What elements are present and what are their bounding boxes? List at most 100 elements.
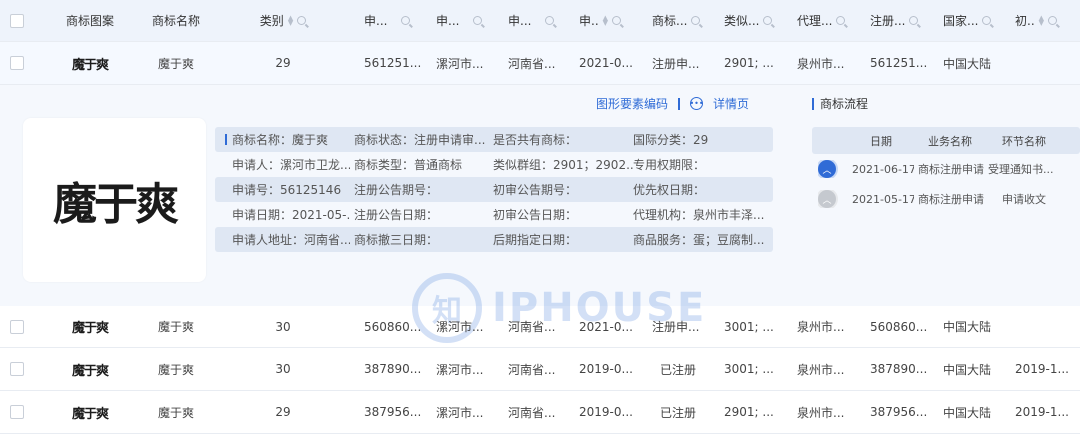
search-icon[interactable]	[982, 16, 992, 25]
flow-step: 受理通知书...	[988, 163, 1054, 176]
row-checkbox[interactable]	[10, 362, 26, 376]
col-header-a-label: 申...	[364, 14, 388, 28]
flow-row: ︿ 2021-06-17 商标注册申请 受理通知书...	[812, 154, 1080, 184]
search-icon[interactable]	[691, 16, 701, 25]
cell-d: 2021-0...	[579, 56, 633, 70]
row-checkbox[interactable]	[10, 56, 26, 70]
info-row: 商标名称：魔于爽 商标状态：注册申请审... 是否共有商标： 国际分类：29	[215, 127, 773, 152]
info-field: 后期指定日期：	[493, 233, 578, 247]
col-header-j[interactable]: 初.. ▲ ▼	[1015, 12, 1075, 29]
cell-i: 中国大陆	[943, 56, 992, 71]
col-header-d[interactable]: 申.. ▲ ▼	[579, 12, 637, 29]
info-field: 专用权期限：	[633, 158, 706, 172]
cell-h: 560860...	[870, 319, 928, 334]
cell-h: 561251...	[870, 56, 928, 70]
info-field: 国际分类：29	[633, 133, 709, 147]
search-icon[interactable]	[1048, 16, 1058, 25]
info-row: 申请日期：2021-05-... 注册公告日期： 初审公告日期： 代理机构：泉州…	[215, 202, 773, 227]
sort-icon[interactable]: ▲ ▼	[288, 14, 293, 26]
info-row: 申请人地址：河南省... 商标撤三日期： 后期指定日期： 商品服务：蛋；豆腐制.…	[215, 227, 773, 252]
search-icon[interactable]	[836, 16, 846, 25]
cell-c: 河南省...	[508, 56, 556, 71]
section-accent	[225, 134, 227, 145]
cell-name: 魔于爽	[157, 405, 194, 420]
cell-e: 已注册	[660, 405, 697, 420]
cell-j: 2019-1...	[1015, 362, 1069, 376]
trademark-image: 魔于爽	[71, 321, 109, 336]
cell-j: 2019-1...	[1015, 405, 1069, 419]
info-field: 申请人：漯河市卫龙...	[232, 158, 350, 172]
info-field: 申请人地址：河南省...	[232, 233, 350, 247]
col-header-i-label: 国家...	[943, 14, 979, 28]
info-field: 代理机构：泉州市丰泽...	[633, 208, 765, 222]
info-field: 初审公告日期：	[493, 208, 578, 222]
col-header-c[interactable]: 申...	[508, 12, 566, 29]
info-field: 商标状态：注册申请审...	[354, 133, 486, 147]
col-header-g[interactable]: 代理...	[797, 12, 857, 29]
search-icon[interactable]	[763, 16, 773, 25]
trademark-flow-table: 日期 业务名称 环节名称 ︿ 2021-06-17 商标注册申请 受理通知书..…	[812, 127, 1080, 214]
col-header-a[interactable]: 申...	[364, 12, 422, 29]
info-field: 注册公告期号：	[354, 183, 439, 197]
select-all-checkbox[interactable]	[10, 13, 26, 28]
col-header-e[interactable]: 商标...	[652, 12, 712, 29]
col-header-e-label: 商标...	[652, 14, 688, 28]
flow-col-date: 日期	[870, 134, 892, 148]
search-icon[interactable]	[401, 16, 411, 25]
search-icon[interactable]	[297, 16, 307, 25]
cell-f: 3001; ...	[724, 362, 774, 376]
search-icon[interactable]	[545, 16, 555, 25]
cell-f: 2901; ...	[724, 405, 774, 419]
cell-f: 2901; ...	[724, 56, 774, 70]
chevron-up-icon: ︿	[818, 160, 836, 178]
info-field: 优先权日期：	[633, 183, 706, 197]
section-accent	[812, 97, 814, 110]
col-header-class[interactable]: 类别 ▲ ▼	[250, 12, 316, 29]
sort-icon[interactable]: ▲ ▼	[1039, 14, 1044, 26]
search-icon[interactable]	[612, 16, 622, 25]
trademark-image: 魔于爽	[71, 406, 109, 422]
cell-name: 魔于爽	[157, 320, 194, 334]
table-row[interactable]: 魔于爽 魔于爽 30 387890... 漯河市... 河南省... 2019-…	[0, 348, 1080, 391]
cell-a: 387890...	[364, 362, 422, 376]
row-checkbox[interactable]	[10, 405, 26, 419]
table-row[interactable]: 魔于爽 魔于爽 30 560860... 漯河市... 河南省... 2021-…	[0, 306, 1080, 348]
figure-code-link[interactable]: 图形要素编码	[596, 95, 668, 112]
info-row: 申请号：56125146 注册公告期号： 初审公告期号： 优先权日期：	[215, 177, 773, 202]
search-icon[interactable]	[473, 16, 483, 25]
cell-b: 漯河市...	[436, 362, 484, 377]
cell-a: 387956...	[364, 405, 422, 419]
trademark-image-card: 魔于爽	[23, 118, 206, 282]
search-icon[interactable]	[909, 16, 919, 25]
table-header: 商标图案 商标名称 类别 ▲ ▼ 申... 申... 申... 申.. ▲ ▼ 商标.…	[0, 0, 1080, 42]
info-field: 申请号：56125146	[232, 183, 342, 197]
cell-g: 泉州市...	[797, 405, 845, 420]
col-header-d-label: 申..	[579, 14, 599, 28]
cell-d: 2019-0...	[579, 362, 633, 376]
detail-page-link[interactable]: 详情页	[713, 95, 749, 112]
info-field: 商标撤三日期：	[354, 233, 439, 247]
cell-g: 泉州市...	[797, 320, 845, 334]
trademark-info-grid: 商标名称：魔于爽 商标状态：注册申请审... 是否共有商标： 国际分类：29 申…	[215, 127, 773, 252]
more-icon[interactable]: •••	[689, 97, 704, 110]
cell-i: 中国大陆	[943, 362, 992, 377]
col-header-f[interactable]: 类似...	[724, 12, 784, 29]
col-header-f-label: 类似...	[724, 14, 760, 28]
cell-e: 注册申...	[652, 320, 700, 334]
info-field: 申请日期：2021-05-...	[232, 208, 350, 222]
table-row[interactable]: 魔于爽 魔于爽 29 561251... 漯河市... 河南省... 2021-…	[0, 42, 1080, 85]
cell-c: 河南省...	[508, 405, 556, 420]
col-header-h[interactable]: 注册...	[870, 12, 930, 29]
row-checkbox[interactable]	[10, 319, 26, 334]
cell-f: 3001; ...	[724, 319, 774, 334]
cell-b: 漯河市...	[436, 405, 484, 420]
info-field: 商标类型：普通商标	[354, 158, 463, 172]
cell-a: 561251...	[364, 56, 422, 70]
col-header-i[interactable]: 国家...	[943, 12, 999, 29]
col-header-h-label: 注册...	[870, 14, 906, 28]
cell-name: 魔于爽	[157, 56, 194, 71]
col-header-b[interactable]: 申...	[436, 12, 494, 29]
table-row[interactable]: 魔于爽 魔于爽 29 387956... 漯河市... 河南省... 2019-…	[0, 391, 1080, 434]
cell-b: 漯河市...	[436, 320, 484, 334]
sort-icon[interactable]: ▲ ▼	[603, 14, 608, 26]
